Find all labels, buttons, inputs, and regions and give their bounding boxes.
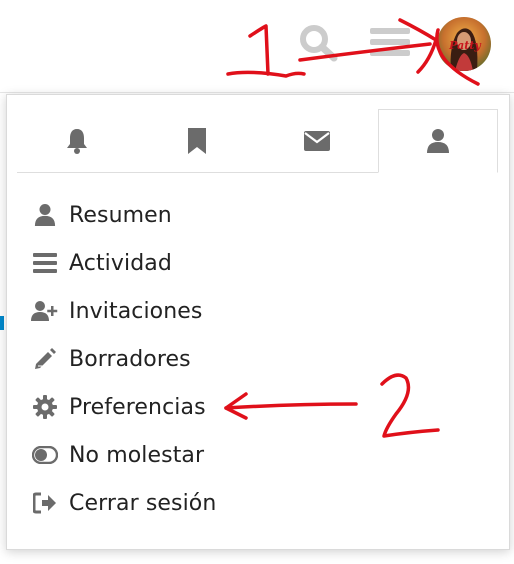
sign-out-icon — [31, 489, 59, 517]
tab-profile[interactable] — [378, 109, 498, 173]
avatar-signature: Patty — [448, 39, 482, 52]
bell-icon — [67, 128, 87, 154]
gear-icon — [31, 393, 59, 421]
menu-item-label: Actividad — [69, 250, 172, 276]
menu-item-label: Borradores — [69, 346, 191, 372]
menu-item-actividad[interactable]: Actividad — [31, 243, 471, 283]
tab-notifications[interactable] — [17, 109, 137, 172]
menu-item-resumen[interactable]: Resumen — [31, 195, 471, 235]
site-header: Patty — [0, 0, 514, 93]
user-icon — [427, 129, 449, 153]
avatar-image: Patty — [437, 17, 491, 71]
hamburger-icon[interactable] — [370, 26, 410, 58]
list-icon — [31, 249, 59, 277]
avatar[interactable]: Patty — [437, 17, 491, 71]
menu-item-borradores[interactable]: Borradores — [31, 339, 471, 379]
toggle-icon — [31, 441, 59, 469]
menu-item-label: No molestar — [69, 442, 205, 468]
menu-item-label: Cerrar sesión — [69, 490, 217, 516]
menu-item-cerrar-sesion[interactable]: Cerrar sesión — [31, 483, 471, 523]
page-accent-bar — [0, 316, 4, 330]
envelope-icon — [304, 130, 330, 151]
menu-item-no-molestar[interactable]: No molestar — [31, 435, 471, 475]
search-icon[interactable] — [296, 22, 340, 62]
menu-item-label: Resumen — [69, 202, 172, 228]
menu-item-invitaciones[interactable]: Invitaciones — [31, 291, 471, 331]
bookmark-icon — [188, 127, 206, 154]
pencil-icon — [31, 345, 59, 373]
tab-bookmarks[interactable] — [137, 109, 257, 172]
menu-item-label: Preferencias — [69, 394, 206, 420]
tab-messages[interactable] — [257, 109, 377, 172]
menu-item-label: Invitaciones — [69, 298, 203, 324]
user-icon — [31, 201, 59, 229]
user-menu-tabs — [17, 109, 498, 173]
user-plus-icon — [31, 297, 59, 325]
menu-item-preferencias[interactable]: Preferencias — [31, 387, 471, 427]
user-menu-panel: Resumen Actividad Invitaciones Borradore… — [6, 94, 510, 550]
